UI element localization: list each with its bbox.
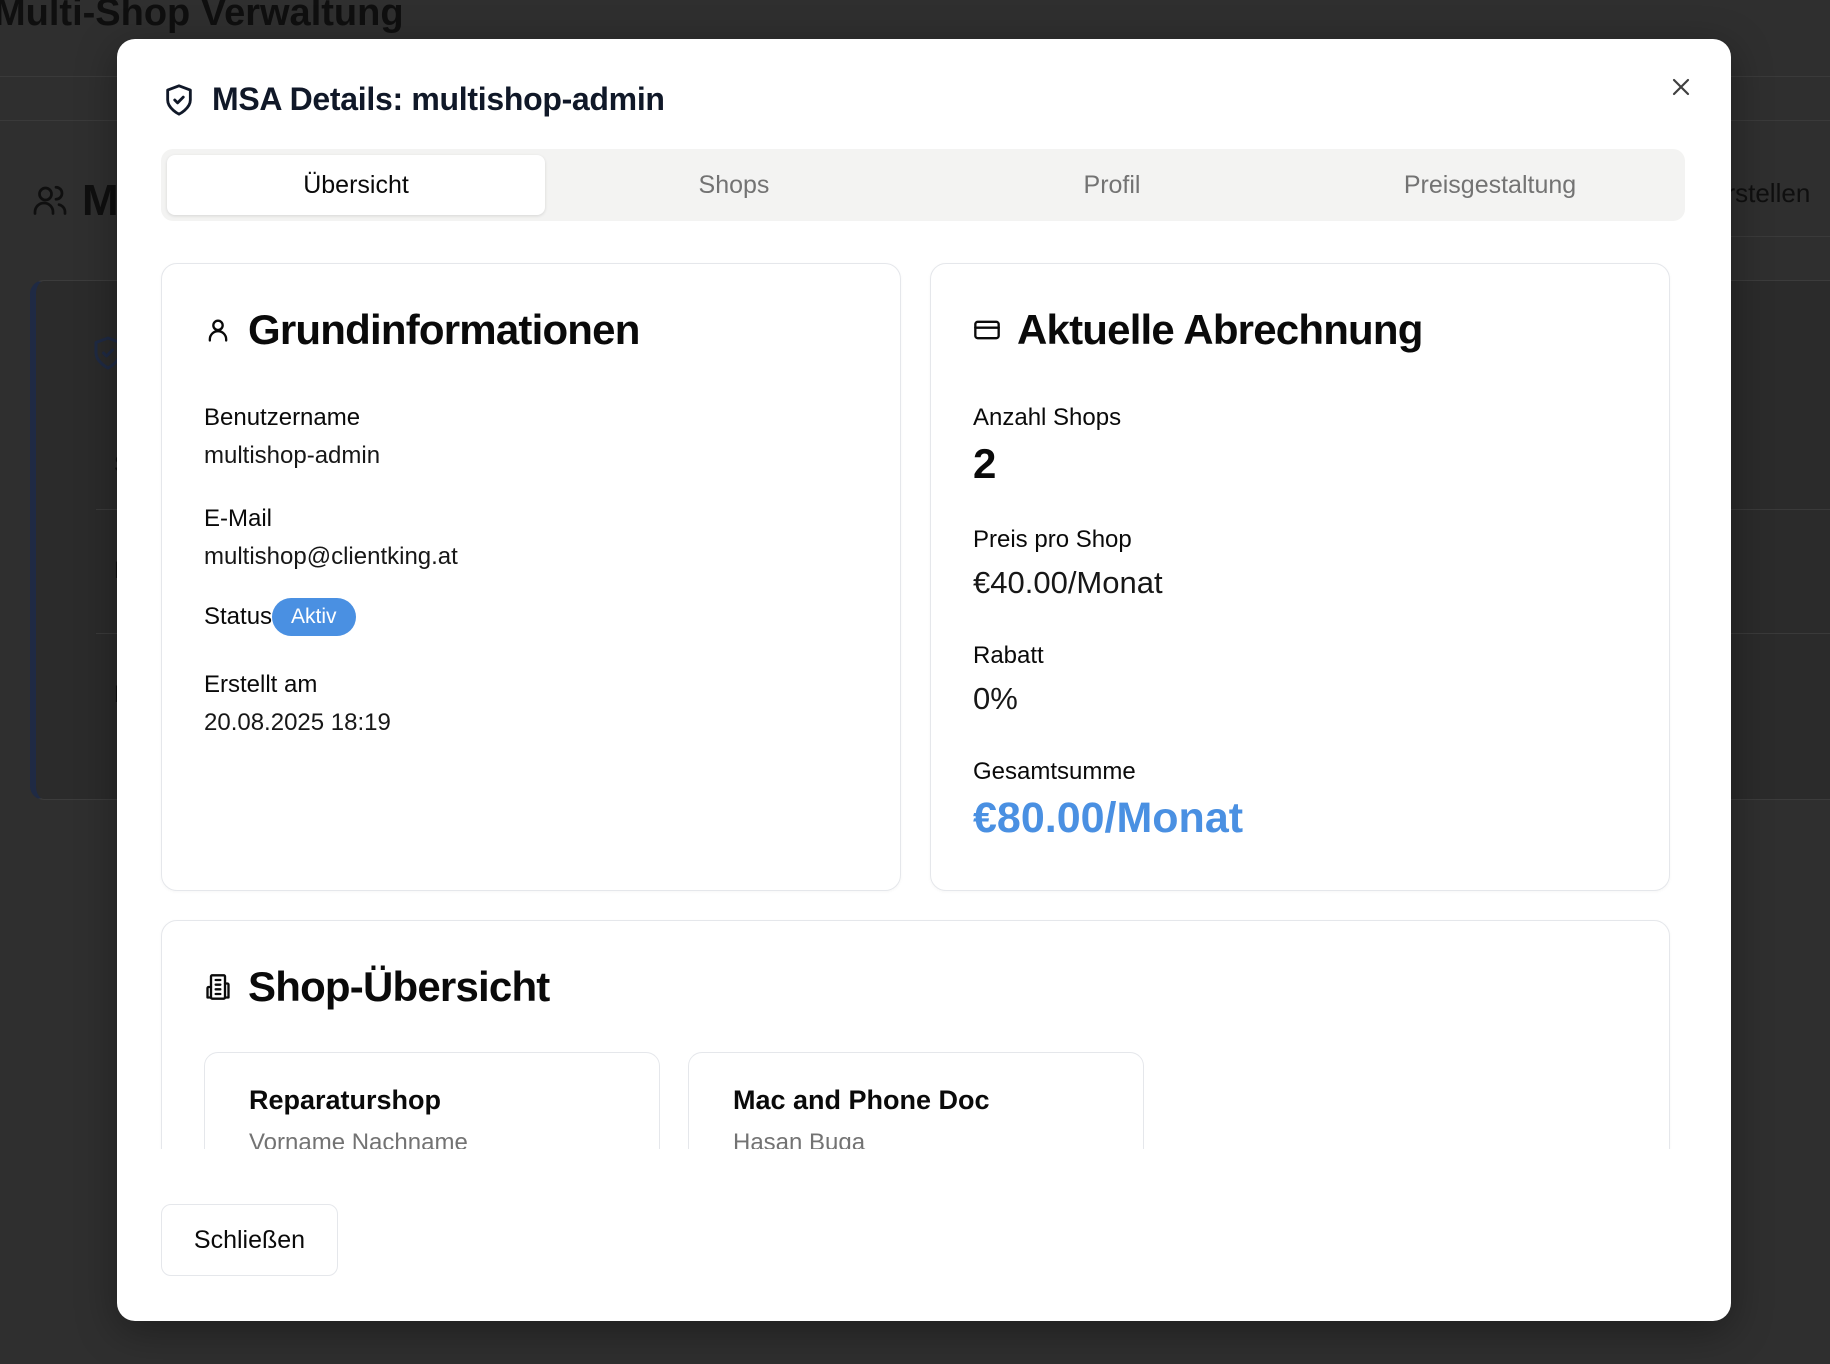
section-title: M	[82, 176, 119, 225]
close-button[interactable]: Schließen	[161, 1204, 338, 1276]
shop-owner: Hasan Buga	[733, 1129, 866, 1149]
email-label: E-Mail	[204, 505, 273, 532]
price-per-shop-label: Preis pro Shop	[973, 526, 1132, 553]
tab-list: Übersicht Shops Profil Preisgestaltung	[161, 149, 1685, 221]
price-per-shop-value: €40.00/Monat	[973, 565, 1163, 600]
tab-pricing[interactable]: Preisgestaltung	[1301, 155, 1679, 215]
shop-owner: Vorname Nachname	[249, 1129, 468, 1149]
status-badge: Aktiv	[272, 598, 356, 636]
discount-value: 0%	[973, 681, 1018, 716]
status-label: Status	[204, 603, 273, 630]
card-title: Aktuelle Abrechnung	[1017, 306, 1423, 353]
tab-shops[interactable]: Shops	[545, 155, 923, 215]
card-header: Aktuelle Abrechnung	[973, 306, 1423, 354]
users-icon	[33, 185, 67, 215]
tab-profile[interactable]: Profil	[923, 155, 1301, 215]
discount-label: Rabatt	[973, 642, 1044, 669]
user-icon	[208, 319, 228, 342]
credit-card-icon	[974, 320, 1000, 340]
shop-name: Reparaturshop	[249, 1085, 442, 1115]
dialog-scroll-area[interactable]: MSA Details: multishop-admin Übersicht S…	[117, 39, 1731, 1149]
username-label: Benutzername	[204, 404, 361, 431]
billing-card: Aktuelle Abrechnung Anzahl Shops 2 Preis…	[930, 263, 1670, 891]
card-title: Grundinformationen	[248, 306, 640, 353]
created-label: Erstellt am	[204, 671, 318, 698]
status-row: Status Aktiv	[204, 598, 356, 636]
shop-card[interactable]: Reparaturshop Vorname Nachname	[204, 1052, 660, 1149]
shield-check-icon	[166, 83, 192, 116]
created-value: 20.08.2025 18:19	[204, 709, 391, 736]
page-title: Multi-Shop Verwaltung	[0, 0, 404, 34]
total-value: €80.00/Monat	[973, 794, 1244, 842]
shop-overview-card: Shop-Übersicht Reparaturshop Vorname Nac…	[161, 920, 1670, 1149]
email-value: multishop@clientking.at	[204, 543, 458, 570]
username-value: multishop-admin	[204, 442, 381, 469]
total-label: Gesamtsumme	[973, 758, 1136, 785]
card-header: Shop-Übersicht	[204, 963, 550, 1011]
shop-card[interactable]: Mac and Phone Doc Hasan Buga	[688, 1052, 1144, 1149]
card-title: Shop-Übersicht	[248, 963, 550, 1010]
dialog-title: MSA Details: multishop-admin	[212, 81, 665, 117]
dialog-header: MSA Details: multishop-admin	[162, 81, 665, 118]
shop-name: Mac and Phone Doc	[733, 1085, 990, 1115]
tab-overview[interactable]: Übersicht	[167, 155, 545, 215]
msa-details-dialog: MSA Details: multishop-admin Übersicht S…	[117, 39, 1731, 1321]
card-header: Grundinformationen	[204, 306, 640, 354]
shop-count-label: Anzahl Shops	[973, 404, 1122, 431]
shop-count-value: 2	[973, 440, 997, 487]
basic-info-card: Grundinformationen Benutzername multisho…	[161, 263, 901, 891]
building-icon	[206, 974, 230, 1000]
